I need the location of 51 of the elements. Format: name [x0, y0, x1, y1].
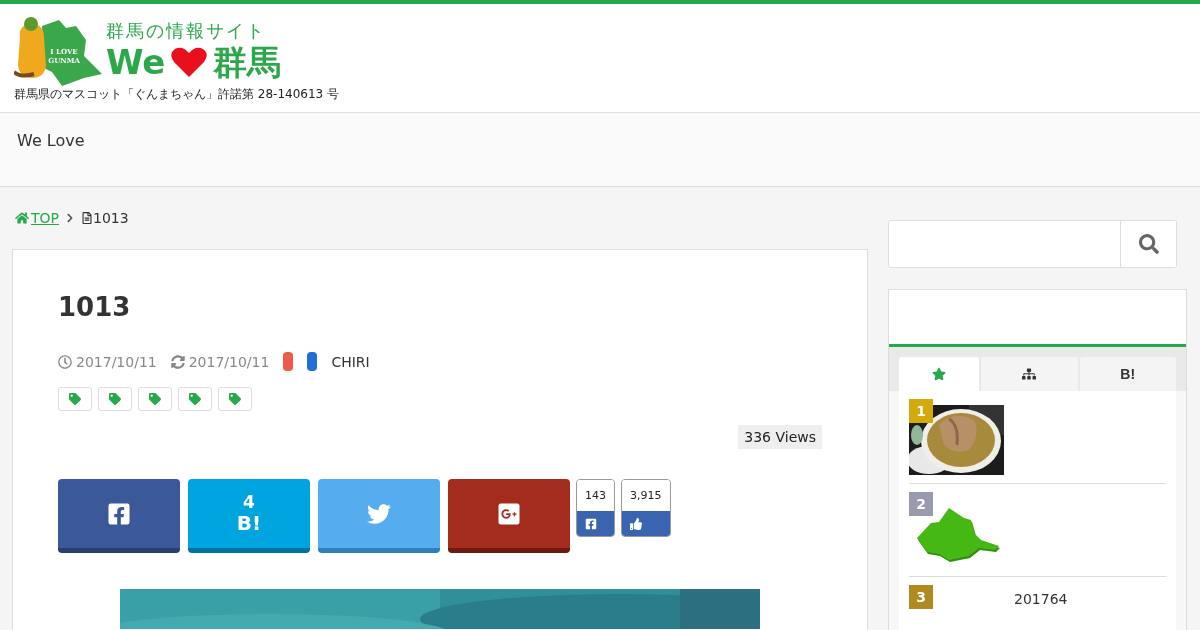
thumbs-up-icon: [630, 517, 642, 530]
bird-icon: [367, 501, 391, 526]
heart-icon: [171, 46, 208, 78]
license-caption: 群馬県のマスコット「ぐんまちゃん」許諾第 28-140613 号: [14, 86, 340, 102]
tag-icon: [189, 393, 201, 405]
article-title: 1013: [58, 292, 132, 322]
rank-badge: 3: [909, 585, 933, 609]
tag-button[interactable]: [98, 387, 132, 411]
rank-badge: 2: [909, 492, 933, 516]
logo-text: We: [106, 42, 166, 82]
twitter-share-button[interactable]: [318, 479, 440, 553]
published-date: 2017/10/11: [76, 353, 157, 370]
facebook-share-button[interactable]: [58, 479, 180, 553]
tag-button[interactable]: [138, 387, 172, 411]
chevron-icon: [65, 213, 75, 223]
search-field[interactable]: [888, 220, 1177, 268]
updated-date: 2017/10/11: [188, 353, 270, 370]
tag-icon: [109, 393, 121, 405]
tag-button[interactable]: [218, 387, 252, 411]
breadcrumb-current: 1013: [93, 210, 129, 226]
ranking-tab[interactable]: [899, 357, 979, 391]
tag-icon: [229, 393, 241, 405]
tag-icon: [69, 393, 81, 405]
author-name: CHIRI: [331, 353, 370, 370]
tag-icon: [149, 393, 161, 405]
nav-link[interactable]: We Love: [17, 131, 85, 168]
sitemap-icon: [1022, 367, 1037, 381]
view-count: 336 Views: [738, 425, 822, 449]
category-label[interactable]: [307, 352, 318, 371]
share-counter[interactable]: 143: [576, 479, 615, 537]
star-icon: [932, 367, 946, 381]
home-icon: [15, 211, 29, 225]
googleplus-share-button[interactable]: [448, 479, 570, 553]
ranking-tab[interactable]: B!: [1079, 357, 1176, 391]
category-label[interactable]: [283, 352, 294, 371]
search-icon: [1138, 234, 1159, 254]
clock-icon: [58, 354, 72, 369]
search-button[interactable]: [1120, 221, 1176, 267]
google-plus-icon: [497, 501, 521, 526]
facebook-icon: [585, 517, 597, 530]
document-icon: [81, 212, 93, 224]
refresh-icon: [170, 354, 185, 369]
rank-badge: 1: [909, 399, 933, 423]
logo-text: 群馬: [213, 42, 282, 82]
tag-button[interactable]: [58, 387, 92, 411]
like-counter[interactable]: 3,915: [621, 479, 671, 537]
tag-button[interactable]: [178, 387, 212, 411]
site-tagline: 群馬の情報サイト: [106, 20, 267, 42]
ranking-tab[interactable]: [981, 357, 1078, 391]
facebook-icon: [107, 501, 131, 526]
ranking-title[interactable]: 201764: [1014, 591, 1068, 630]
